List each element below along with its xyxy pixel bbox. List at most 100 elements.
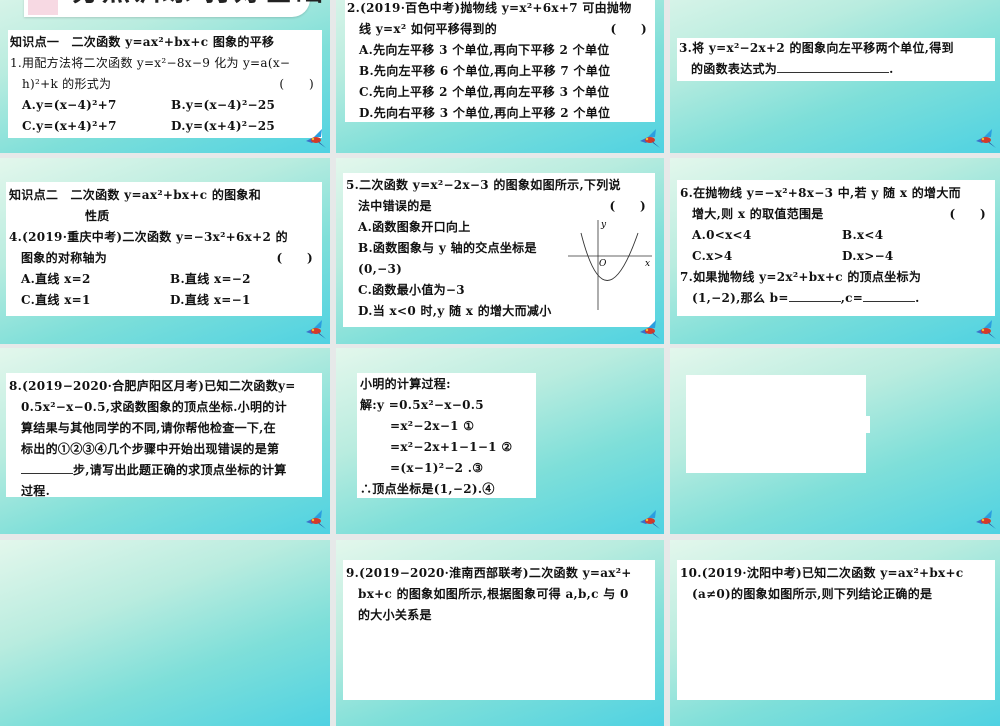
question-text: 步,请写出此题正确的求顶点坐标的计算 — [73, 463, 287, 477]
question-text: 的大小关系是 — [358, 608, 432, 622]
y-axis-label: y — [600, 220, 607, 230]
question-box: 3.将 y=x²−2x+2 的图象向左平移两个单位,得到 的函数表达式为. — [677, 38, 995, 81]
parrot-logo-icon — [640, 129, 660, 148]
question-text: 标出的①②③④几个步骤中开始出现错误的是第 — [21, 442, 280, 456]
period: . — [915, 291, 920, 305]
slide-thumbnail-4[interactable]: 知识点二 二次函数 y=ax²+bx+c 的图象和 性质 4.(2019·重庆中… — [0, 158, 330, 344]
slide-thumbnail-3[interactable]: 3.将 y=x²−2x+2 的图象向左平移两个单位,得到 的函数表达式为. — [670, 0, 1000, 153]
question-text: 2.(2019·百色中考)抛物线 y=x²+6x+7 可由抛物 — [347, 1, 632, 15]
parrot-logo-icon — [640, 510, 660, 529]
solution-step-2: =x²−2x+1−1−1 ② — [390, 440, 513, 454]
solution-text: 小明的计算过程: — [360, 377, 451, 391]
answer-blank — [21, 461, 73, 474]
parrot-logo-icon — [306, 510, 326, 529]
question-text: 5.二次函数 y=x²−2x−3 的图象如图所示,下列说 — [346, 178, 621, 192]
slide-thumbnail-5[interactable]: 5.二次函数 y=x²−2x−3 的图象如图所示,下列说 法中错误的是( ) A… — [336, 158, 664, 344]
slide-thumbnail-2[interactable]: 2.(2019·百色中考)抛物线 y=x²+6x+7 可由抛物 线 y=x² 如… — [336, 0, 664, 153]
banner-letter: A — [28, 0, 58, 15]
answer-paren: ( ) — [610, 22, 647, 36]
slide-thumbnail-10[interactable] — [0, 540, 330, 726]
question-text: (a≠0)的图象如图所示,则下列结论正确的是 — [692, 587, 933, 601]
origin-label: O — [599, 259, 607, 269]
knowledge-heading: 性质 — [85, 209, 110, 223]
answer-blank-b — [788, 289, 841, 302]
solution-box: 小明的计算过程: 解:y =0.5x²−x−0.5 =x²−2x−1 ① =x²… — [357, 373, 536, 498]
period: . — [889, 62, 894, 76]
slide-thumbnail-7[interactable]: 8.(2019−2020·合肥庐阳区月考)已知二次函数y= 0.5x²−x−0.… — [0, 348, 330, 534]
slide-thumbnail-9[interactable] — [670, 348, 1000, 534]
parrot-logo-icon — [640, 320, 660, 339]
question-text: 8.(2019−2020·合肥庐阳区月考)已知二次函数y= — [9, 379, 296, 393]
question-box: 10.(2019·沈阳中考)已知二次函数 y=ax²+bx+c (a≠0)的图象… — [677, 560, 995, 700]
option-a: A.y=(x−4)²+7 — [22, 98, 117, 112]
option-b: B.直线 x=−2 — [170, 272, 251, 286]
question-text: 过程. — [21, 484, 51, 498]
slide-thumbnail-1[interactable]: A 分点训练·打好基础 知识点一 二次函数 y=ax²+bx+c 图象的平移 1… — [0, 0, 330, 153]
blank-box-notch — [860, 416, 870, 433]
parabola-graph: y x O — [568, 220, 652, 310]
answer-blank-c — [863, 289, 916, 302]
question-box: 知识点二 二次函数 y=ax²+bx+c 的图象和 性质 4.(2019·重庆中… — [6, 182, 322, 316]
answer-paren: ( ) — [949, 207, 986, 221]
x-axis-label: x — [645, 259, 650, 269]
option-c: C.x>4 — [692, 249, 733, 263]
question-box: 知识点一 二次函数 y=ax²+bx+c 图象的平移 1.用配方法将二次函数 y… — [8, 30, 322, 138]
solution-step-1: =x²−2x−1 ① — [390, 419, 475, 433]
question-text: 的函数表达式为 — [691, 62, 778, 76]
option-c: C.直线 x=1 — [21, 293, 91, 307]
knowledge-heading: 知识点二 二次函数 y=ax²+bx+c 的图象和 — [9, 188, 262, 202]
parrot-logo-icon — [976, 510, 996, 529]
parrot-logo-icon — [976, 129, 996, 148]
answer-paren: ( ) — [276, 251, 313, 265]
parabola-curve — [580, 232, 639, 281]
question-text: bx+c 的图象如图所示,根据图象可得 a,b,c 与 0 — [358, 587, 629, 601]
option-c: C.y=(x+4)²+7 — [22, 119, 117, 133]
solution-step-3: =(x−1)²−2 .③ — [390, 461, 484, 475]
option-d: D.y=(x+4)²−25 — [171, 119, 276, 133]
option-a: A.先向左平移 3 个单位,再向下平移 2 个单位 — [359, 43, 610, 57]
knowledge-heading: 知识点一 二次函数 y=ax²+bx+c 图象的平移 — [10, 35, 275, 49]
question-box: 6.在抛物线 y=−x²+8x−3 中,若 y 随 x 的增大而 增大,则 x … — [677, 180, 995, 316]
parrot-logo-icon — [306, 320, 326, 339]
question-text: 法中错误的是 — [358, 199, 432, 213]
option-b: B.y=(x−4)²−25 — [171, 98, 276, 112]
banner-title: 分点训练·打好基础 — [72, 0, 325, 11]
question-text: 4.(2019·重庆中考)二次函数 y=−3x²+6x+2 的 — [9, 230, 288, 244]
question-text: 6.在抛物线 y=−x²+8x−3 中,若 y 随 x 的增大而 — [680, 186, 961, 200]
question-box: 5.二次函数 y=x²−2x−3 的图象如图所示,下列说 法中错误的是( ) A… — [343, 173, 655, 327]
answer-paren: ( ) — [279, 77, 314, 91]
section-banner: A 分点训练·打好基础 — [24, 0, 323, 17]
question-text: h)²+k 的形式为 — [22, 77, 112, 91]
parrot-logo-icon — [306, 129, 326, 148]
question-text: 图象的对称轴为 — [21, 251, 108, 265]
option-a: A.0<x<4 — [692, 228, 752, 242]
solution-text: 解:y =0.5x²−x−0.5 — [360, 398, 484, 412]
question-text: 算结果与其他同学的不同,请你帮他检查一下,在 — [21, 421, 276, 435]
option-d: D.先向右平移 3 个单位,再向上平移 2 个单位 — [359, 106, 611, 120]
question-text: 3.将 y=x²−2x+2 的图象向左平移两个单位,得到 — [679, 41, 954, 55]
question-text: (1,−2),那么 b= — [692, 291, 789, 305]
slide-thumbnail-6[interactable]: 6.在抛物线 y=−x²+8x−3 中,若 y 随 x 的增大而 增大,则 x … — [670, 158, 1000, 344]
parrot-logo-icon — [976, 320, 996, 339]
answer-blank — [777, 60, 890, 73]
question-box: 2.(2019·百色中考)抛物线 y=x²+6x+7 可由抛物 线 y=x² 如… — [345, 0, 655, 122]
slide-thumbnail-11[interactable]: 9.(2019−2020·淮南西部联考)二次函数 y=ax²+ bx+c 的图象… — [336, 540, 664, 726]
option-b: B.x<4 — [842, 228, 884, 242]
option-d: D.直线 x=−1 — [170, 293, 251, 307]
option-b: B.先向左平移 6 个单位,再向上平移 7 个单位 — [359, 64, 611, 78]
answer-paren: ( ) — [609, 199, 646, 213]
option-d: D.x>−4 — [842, 249, 894, 263]
question-box: 9.(2019−2020·淮南西部联考)二次函数 y=ax²+ bx+c 的图象… — [343, 560, 655, 700]
option-a: A.直线 x=2 — [21, 272, 91, 286]
question-text: 9.(2019−2020·淮南西部联考)二次函数 y=ax²+ — [346, 566, 632, 580]
question-text: 7.如果抛物线 y=2x²+bx+c 的顶点坐标为 — [680, 270, 922, 284]
slide-thumbnail-8[interactable]: 小明的计算过程: 解:y =0.5x²−x−0.5 =x²−2x−1 ① =x²… — [336, 348, 664, 534]
solution-step-4: ∴顶点坐标是(1,−2).④ — [360, 482, 495, 496]
question-text: 10.(2019·沈阳中考)已知二次函数 y=ax²+bx+c — [680, 566, 964, 580]
option-c: C.先向上平移 2 个单位,再向左平移 3 个单位 — [359, 85, 610, 99]
blank-box — [686, 375, 866, 473]
question-box: 8.(2019−2020·合肥庐阳区月考)已知二次函数y= 0.5x²−x−0.… — [6, 373, 322, 498]
question-text: 线 y=x² 如何平移得到的 — [359, 22, 497, 36]
slide-thumbnail-12[interactable]: 10.(2019·沈阳中考)已知二次函数 y=ax²+bx+c (a≠0)的图象… — [670, 540, 1000, 726]
question-text: 0.5x²−x−0.5,求函数图象的顶点坐标.小明的计 — [21, 400, 287, 414]
